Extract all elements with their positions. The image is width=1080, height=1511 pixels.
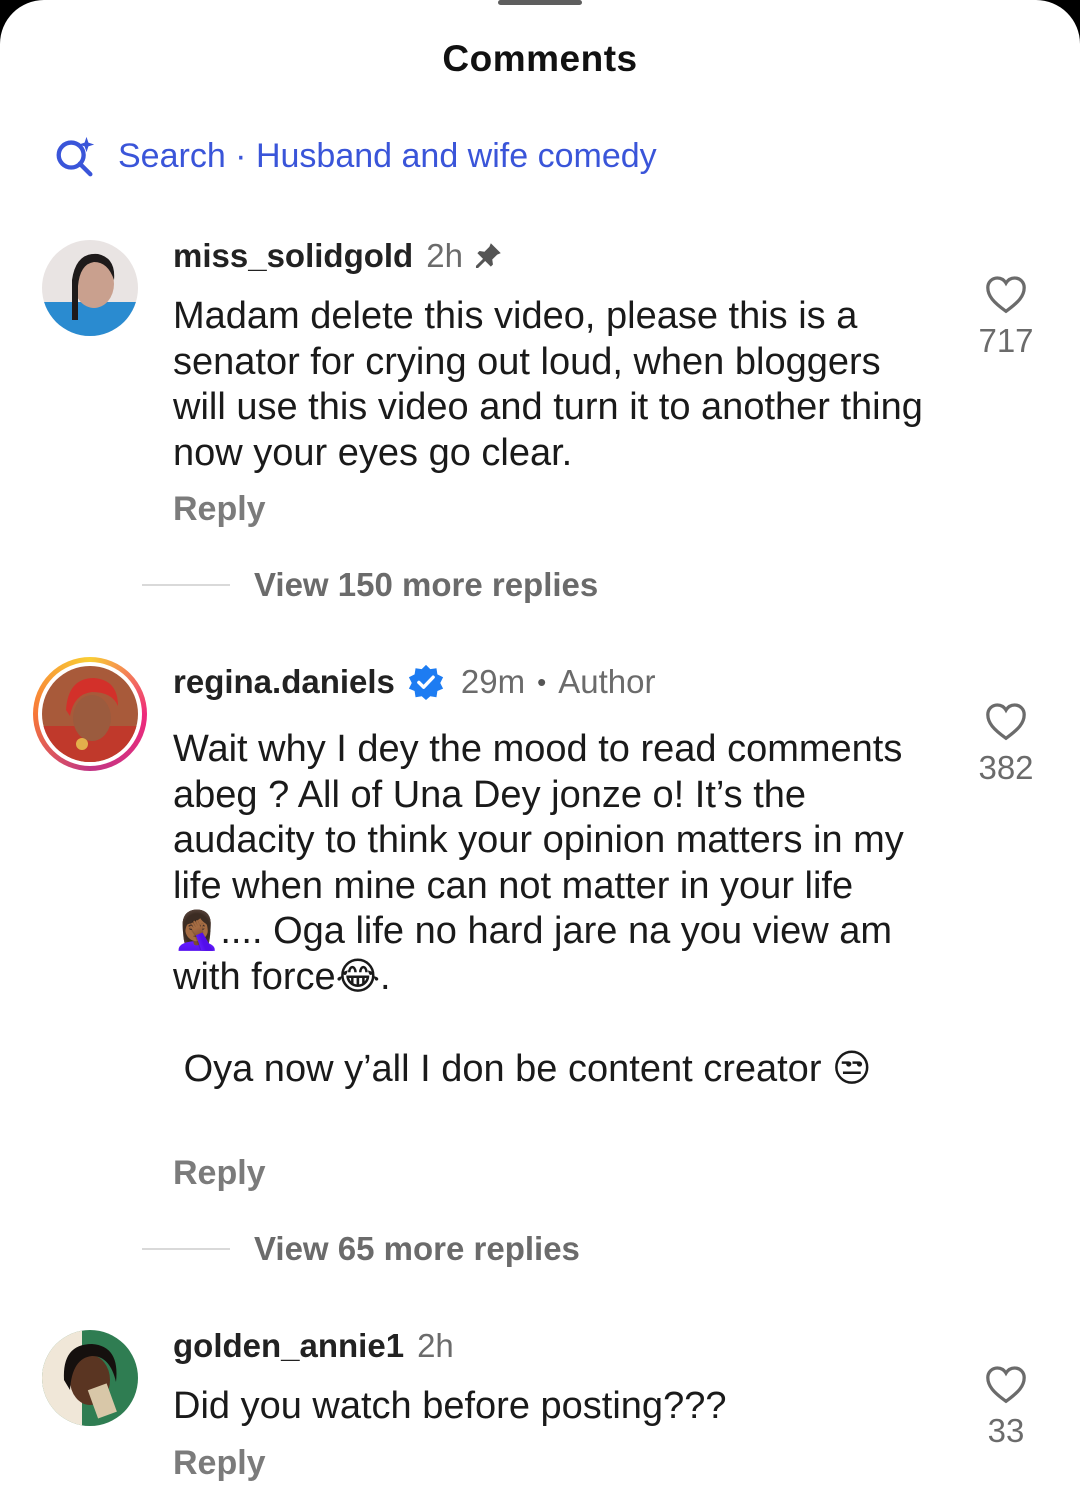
ai-search-icon bbox=[56, 136, 95, 177]
comment-header: miss_solidgold 2h bbox=[173, 234, 505, 278]
comment-header: golden_annie1 2h bbox=[173, 1324, 454, 1368]
search-separator: · bbox=[225, 136, 256, 175]
search-query: Husband and wife comedy bbox=[255, 136, 657, 175]
like-count: 717 bbox=[978, 322, 1034, 359]
sheet-title: Comments bbox=[442, 38, 638, 79]
search-label: Search bbox=[118, 136, 226, 175]
search-suggestion[interactable]: Search · Husband and wife comedy bbox=[52, 132, 657, 180]
divider-line bbox=[142, 584, 230, 586]
comment-header: regina.daniels 29m • Author bbox=[173, 660, 655, 704]
view-more-replies-label: View 150 more replies bbox=[254, 566, 599, 603]
story-ring[interactable] bbox=[33, 657, 147, 771]
comment-paragraph: Wait why I dey the mood to read comments… bbox=[173, 728, 904, 998]
reply-button[interactable]: Reply bbox=[173, 1154, 266, 1193]
timestamp: 2h bbox=[426, 237, 463, 274]
like-button[interactable]: 33 bbox=[966, 1364, 1046, 1450]
separator-dot: • bbox=[537, 666, 547, 697]
verified-badge-icon bbox=[408, 664, 444, 701]
avatar[interactable] bbox=[42, 1330, 138, 1426]
timestamp: 2h bbox=[417, 1327, 454, 1364]
like-count: 382 bbox=[978, 749, 1034, 786]
like-button[interactable]: 382 bbox=[966, 701, 1046, 787]
avatar[interactable] bbox=[42, 240, 138, 336]
like-button[interactable]: 717 bbox=[966, 274, 1046, 360]
view-more-replies[interactable]: View 65 more replies bbox=[142, 1230, 580, 1268]
like-count: 33 bbox=[987, 1412, 1025, 1449]
heart-icon bbox=[986, 703, 1026, 741]
comment-paragraph: Did you watch before posting??? bbox=[173, 1385, 727, 1427]
avatar bbox=[42, 666, 138, 762]
divider-line bbox=[142, 1248, 230, 1250]
username[interactable]: golden_annie1 bbox=[173, 1327, 404, 1365]
reply-button[interactable]: Reply bbox=[173, 490, 266, 529]
username[interactable]: miss_solidgold bbox=[173, 237, 413, 275]
username[interactable]: regina.daniels bbox=[173, 663, 395, 701]
comments-sheet: Comments Search · Husband and wife comed… bbox=[0, 0, 1080, 1511]
comment-text: Wait why I dey the mood to read comments… bbox=[173, 727, 943, 1092]
view-more-replies[interactable]: View 150 more replies bbox=[142, 566, 598, 604]
pin-icon bbox=[475, 243, 501, 269]
comment-paragraph: Oya now y’all I don be content creator 😒 bbox=[173, 1047, 872, 1090]
comment-text: Madam delete this video, please this is … bbox=[173, 294, 943, 476]
author-badge: Author bbox=[558, 663, 656, 700]
reply-button[interactable]: Reply bbox=[173, 1444, 266, 1483]
timestamp: 29m bbox=[460, 663, 526, 700]
heart-icon bbox=[986, 1366, 1026, 1404]
drag-handle[interactable] bbox=[498, 0, 582, 5]
comment-paragraph: Madam delete this video, please this is … bbox=[173, 295, 923, 474]
heart-icon bbox=[986, 276, 1026, 314]
view-more-replies-label: View 65 more replies bbox=[254, 1230, 580, 1267]
comment-text: Did you watch before posting??? bbox=[173, 1384, 943, 1430]
